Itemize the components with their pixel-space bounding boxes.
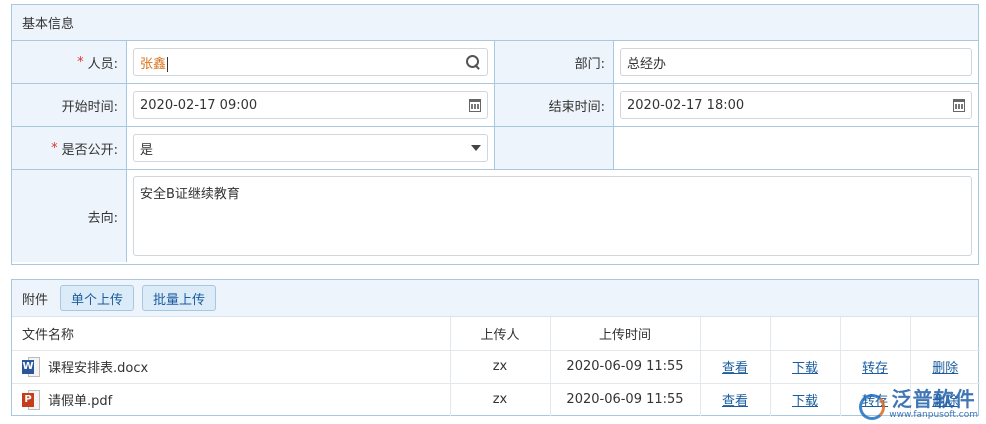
public-label-text: 是否公开:: [61, 142, 118, 158]
start-time-label: 开始时间:: [12, 84, 127, 126]
department-label: 部门:: [495, 41, 614, 83]
basic-info-panel: 基本信息 * 人员: 张鑫 部门: 总经办 开始时间: 2020-02-17 0…: [11, 4, 979, 265]
destination-textarea[interactable]: 安全B证继续教育: [133, 176, 972, 256]
delete-link[interactable]: 删除: [932, 361, 958, 376]
row-time: 开始时间: 2020-02-17 09:00 结束时间: 2020-02-17 …: [12, 84, 978, 127]
start-time-value: 2020-02-17 09:00: [140, 97, 258, 113]
attachments-panel: 附件 单个上传 批量上传 文件名称 上传人 上传时间 W 课程安排表.docx …: [11, 279, 980, 416]
table-header-row: 文件名称 上传人 上传时间: [12, 317, 980, 351]
download-link[interactable]: 下载: [792, 394, 818, 409]
table-row: P 请假单.pdf zx 2020-06-09 11:55 查看 下载 转存 删…: [12, 383, 980, 416]
attachments-header: 附件 单个上传 批量上传: [12, 280, 978, 317]
file-name: 课程安排表.docx: [48, 361, 149, 376]
column-header: 上传人: [450, 317, 551, 351]
uploader-cell: zx: [450, 383, 551, 416]
upload-batch-button[interactable]: 批量上传: [142, 285, 217, 311]
row-destination: 去向: 安全B证继续教育: [12, 170, 978, 262]
basic-info-header: 基本信息: [12, 5, 978, 41]
department-input[interactable]: 总经办: [620, 48, 972, 76]
empty-cell: [614, 127, 978, 169]
public-cell: 是: [127, 127, 495, 169]
attachments-table: 文件名称 上传人 上传时间 W 课程安排表.docx zx 2020-06-09…: [12, 317, 980, 416]
column-header: [770, 317, 841, 351]
pdf-doc-icon: P: [22, 389, 40, 410]
transfer-link[interactable]: 转存: [862, 361, 888, 376]
destination-value: 安全B证继续教育: [140, 187, 240, 202]
column-header: [840, 317, 911, 351]
brand-logo-icon: [857, 392, 887, 420]
department-input-value: 总经办: [627, 56, 667, 72]
person-label: * 人员:: [12, 41, 127, 83]
end-time-label: 结束时间:: [495, 84, 614, 126]
uploader-cell: zx: [450, 350, 551, 384]
upload-time-cell: 2020-06-09 11:55: [550, 383, 701, 416]
start-time-input[interactable]: 2020-02-17 09:00: [133, 91, 488, 119]
file-name-cell: W 课程安排表.docx: [12, 350, 451, 384]
end-time-input[interactable]: 2020-02-17 18:00: [620, 91, 972, 119]
chevron-down-icon[interactable]: [471, 145, 481, 151]
column-header: 上传时间: [550, 317, 701, 351]
end-time-label-text: 结束时间:: [548, 99, 605, 115]
column-header: 文件名称: [12, 317, 451, 351]
destination-label-text: 去向:: [87, 210, 118, 226]
start-time-label-text: 开始时间:: [61, 99, 118, 115]
upload-single-button[interactable]: 单个上传: [60, 285, 135, 311]
table-row: W 课程安排表.docx zx 2020-06-09 11:55 查看 下载 转…: [12, 350, 980, 384]
department-label-text: 部门:: [574, 56, 605, 72]
person-input[interactable]: 张鑫: [133, 48, 488, 76]
row-person-department: * 人员: 张鑫 部门: 总经办: [12, 41, 978, 84]
download-link[interactable]: 下载: [792, 361, 818, 376]
person-cell: 张鑫: [127, 41, 495, 83]
basic-info-title: 基本信息: [22, 17, 75, 32]
start-time-cell: 2020-02-17 09:00: [127, 84, 495, 126]
file-name-cell: P 请假单.pdf: [12, 383, 451, 416]
watermark-text: 泛普软件: [891, 387, 976, 411]
calendar-icon[interactable]: [469, 98, 481, 112]
watermark-url: www.fanpusoft.com: [889, 410, 978, 420]
row-public: * 是否公开: 是: [12, 127, 978, 170]
view-link[interactable]: 查看: [722, 361, 748, 376]
column-header: [910, 317, 980, 351]
view-link[interactable]: 查看: [722, 394, 748, 409]
person-input-value: 张鑫: [140, 56, 169, 72]
person-label-text: 人员:: [87, 56, 118, 72]
required-mark: *: [51, 140, 58, 156]
end-time-cell: 2020-02-17 18:00: [614, 84, 978, 126]
calendar-icon[interactable]: [953, 98, 965, 112]
end-time-value: 2020-02-17 18:00: [627, 97, 745, 113]
column-header: [700, 317, 771, 351]
upload-time-cell: 2020-06-09 11:55: [550, 350, 701, 384]
public-select-value: 是: [140, 142, 154, 158]
word-doc-icon: W: [22, 356, 40, 377]
destination-cell: 安全B证继续教育: [127, 170, 978, 262]
destination-label: 去向:: [12, 170, 127, 262]
brand-watermark: 泛普软件 www.fanpusoft.com: [857, 388, 978, 420]
required-mark: *: [77, 54, 84, 70]
empty-label: [495, 127, 614, 169]
department-cell: 总经办: [614, 41, 978, 83]
search-icon[interactable]: [465, 54, 481, 70]
public-label: * 是否公开:: [12, 127, 127, 169]
public-select[interactable]: 是: [133, 134, 488, 162]
attachments-title: 附件: [22, 292, 49, 308]
file-name: 请假单.pdf: [48, 394, 113, 410]
